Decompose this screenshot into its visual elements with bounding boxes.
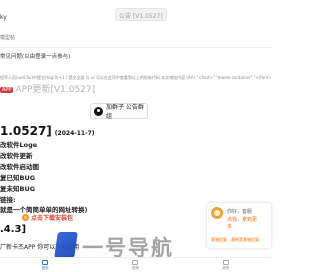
old-version-title: APP APP更新[V1.0527] [0,82,95,95]
home-icon [42,260,49,265]
note-item: 改软件Loge [0,141,38,149]
bottom-tab-bar: 首页 推荐 我的 [0,257,271,272]
chat-prompt[interactable]: 点我，拿到更 [227,216,257,223]
version-date: (2024-11-7) [54,130,95,137]
chat-prompt-cont: 多 [227,224,233,230]
watermark-logo-icon [54,232,78,258]
flower-icon [22,214,29,221]
download-label: 点击下载安装包 [31,215,74,222]
note-item: 复未知BUG [0,185,36,193]
notice-pill[interactable]: 公告 [V1.0527] [115,8,167,21]
code-snippet: 程序人员(ue4.6u)中提交(tag:0)+1 / 提交全部 与 ui 可以在… [0,75,271,80]
top-bar: ky 模型帖 公告 [V1.0527] [0,0,271,48]
tab-label: 推荐 [131,266,139,270]
version-heading-2: .4.3] [0,224,27,235]
tab-profile[interactable]: 我的 [196,258,256,272]
note-item: 链接: [0,196,16,204]
app-subtitle: 模型帖 [0,35,16,41]
recommend-icon [132,260,139,265]
chat-widget[interactable]: 你好，客服 点我，拿到更 多 客服回复 - 最新是客服回复 [207,203,271,248]
chat-greeting: 你好，客服 [227,209,253,215]
join-group-label: 加群子 公告群组 [106,104,144,120]
chat-avatar-icon [211,207,223,219]
old-version-text: APP更新[V1.0527] [15,85,96,95]
profile-icon [222,260,229,265]
chat-footer: 客服回复 - 最新是客服回复 [211,237,259,242]
download-link[interactable]: 点击下载安装包 [22,213,73,222]
join-group-button[interactable]: 加群子 公告群组 [90,103,148,120]
app-tag: APP [0,86,14,93]
version-heading: 1.0527] (2024-11-7) [0,124,95,138]
version-number: 1.0527] [0,124,52,138]
tab-home[interactable]: 首页 [15,258,75,272]
app-name: ky [0,14,7,21]
note-item: 改软件更新 [0,152,33,160]
tab-label: 首页 [41,266,49,270]
faq-link[interactable]: 常见问题(以由登录一点参与) [0,52,70,60]
note-item: 复已知BUG [0,174,36,182]
header-divider [0,47,271,48]
qq-icon [94,106,103,116]
note-item: 改软件启动图 [0,163,39,171]
tab-recommend[interactable]: 推荐 [105,258,165,272]
tab-label: 我的 [222,266,230,270]
